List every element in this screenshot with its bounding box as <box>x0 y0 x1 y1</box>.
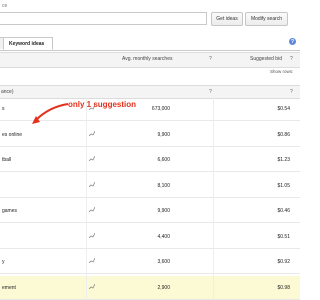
avg-monthly-searches-cell: 9,900 <box>157 131 170 138</box>
keyword-cell[interactable]: y <box>2 259 5 265</box>
trend-icon[interactable] <box>89 181 95 187</box>
trend-icon[interactable] <box>89 258 95 263</box>
avg-monthly-searches-cell: 9,900 <box>157 208 170 214</box>
trend-icon[interactable] <box>89 207 95 212</box>
suggested-bid-cell: $1.23 <box>277 157 290 163</box>
tab-strip: Keyword ideas ? <box>0 37 300 51</box>
suggested-bid-cell: $1.05 <box>277 182 290 189</box>
search-label: ce <box>2 3 8 9</box>
suggested-bid-header[interactable]: Suggested bid <box>250 56 282 62</box>
trend-icon[interactable] <box>89 283 95 289</box>
avg-monthly-searches-cell: 2,900 <box>157 284 170 291</box>
column-divider <box>213 97 214 300</box>
suggested-bid-cell: $0.46 <box>277 208 290 214</box>
keyword-header[interactable]: ance) <box>1 89 14 95</box>
keyword-cell[interactable]: ement <box>2 285 16 291</box>
avg-monthly-searches-header[interactable]: Avg. monthly searches <box>122 56 173 62</box>
table-row[interactable]: y 3,600 $0.92 <box>0 250 300 274</box>
table-row[interactable]: 8,100 $1.05 <box>0 174 300 198</box>
suggested-bid-cell: $0.54 <box>277 106 290 112</box>
avg-monthly-searches-cell: 4,400 <box>157 233 170 240</box>
table-row[interactable]: tball 6,600 $1.23 <box>0 148 300 172</box>
table-row[interactable]: games 9,900 $0.46 <box>0 199 300 223</box>
tab-keyword-ideas[interactable]: Keyword ideas <box>3 37 53 50</box>
table-row[interactable]: ement 2,900 $0.98 <box>0 275 300 300</box>
avg-monthly-searches-cell: 673,000 <box>151 106 170 112</box>
annotation-text: only 1 suggestion <box>68 100 137 109</box>
modify-search-button[interactable]: Modify search <box>245 12 288 26</box>
trend-icon[interactable] <box>89 130 95 136</box>
suggested-bid-cell: $0.86 <box>277 131 290 138</box>
get-ideas-button[interactable]: Get ideas <box>211 12 243 26</box>
table-header: Avg. monthly searches Suggested bid ? ? <box>0 52 300 68</box>
keyword-cell[interactable]: tball <box>2 157 11 163</box>
suggested-bid-cell: $0.98 <box>277 284 290 291</box>
search-input[interactable] <box>0 12 207 25</box>
annotation-arrow <box>32 103 69 124</box>
column-divider <box>86 97 87 300</box>
suggested-bid-cell: $0.51 <box>277 233 290 240</box>
keyword-cell[interactable]: games <box>2 208 17 214</box>
help-icon[interactable]: ? <box>289 38 296 45</box>
avg-monthly-searches-cell: 6,600 <box>157 157 170 163</box>
avg-monthly-searches-cell: 8,100 <box>157 182 170 189</box>
trend-icon[interactable] <box>89 232 95 238</box>
sort-icon[interactable]: ? <box>290 56 293 62</box>
show-rows-control[interactable]: Show rows: <box>270 69 293 74</box>
keyword-cell[interactable]: es online <box>2 132 22 138</box>
suggested-bid-cell: $0.92 <box>277 259 290 265</box>
trend-icon[interactable] <box>89 156 95 161</box>
avg-monthly-searches-cell: 3,600 <box>157 259 170 265</box>
sort-icon[interactable]: ? <box>209 56 212 62</box>
sort-icon[interactable]: ? <box>290 89 293 95</box>
table-row[interactable]: 4,400 $0.51 <box>0 225 300 249</box>
sort-icon[interactable]: ? <box>209 89 212 95</box>
keyword-cell[interactable]: s <box>2 106 5 112</box>
